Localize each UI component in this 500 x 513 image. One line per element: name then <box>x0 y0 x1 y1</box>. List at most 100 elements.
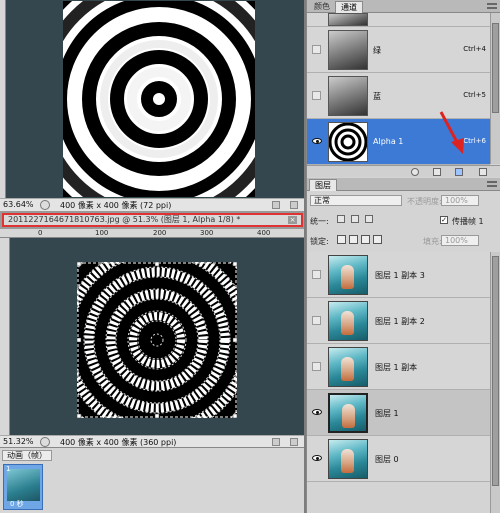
unify-visibility-icon[interactable] <box>351 215 359 223</box>
channels-scrollbar[interactable] <box>490 13 500 164</box>
main-zoom-level[interactable]: 51.32% <box>3 437 34 446</box>
new-channel-icon[interactable] <box>455 168 463 176</box>
alpha-rings-icon <box>328 122 368 162</box>
load-selection-icon[interactable] <box>411 168 419 176</box>
ruler-tick: 300 <box>200 229 214 237</box>
channel-name: 蓝 <box>373 92 381 101</box>
layer-thumbnail <box>328 439 368 479</box>
lock-move-icon[interactable] <box>361 235 370 244</box>
layer-row[interactable]: 图层 1 副本 3 <box>307 252 490 298</box>
eye-icon[interactable] <box>312 138 322 144</box>
channel-shortcut: Ctrl+4 <box>463 45 486 53</box>
scroll-left-icon[interactable] <box>272 201 280 209</box>
channel-thumbnail <box>328 122 368 162</box>
unify-position-icon[interactable] <box>337 215 345 223</box>
layer-row[interactable]: 图层 1 副本 2 <box>307 298 490 344</box>
eye-icon[interactable] <box>312 455 322 461</box>
horizontal-ruler: 0 100 200 300 400 <box>0 229 304 238</box>
top-doc-info: 400 像素 x 400 像素 (72 ppi) <box>60 201 172 210</box>
layer-row-selected[interactable]: 图层 1 <box>307 390 490 436</box>
scrollbar-thumb[interactable] <box>492 23 499 113</box>
panel-menu-icon[interactable] <box>487 181 497 187</box>
top-rings-image <box>63 1 255 197</box>
layer-name: 图层 1 <box>375 409 399 418</box>
channel-row-partial[interactable] <box>307 13 490 27</box>
lock-brush-icon[interactable] <box>349 235 358 244</box>
opacity-label: 不透明度: <box>407 197 442 206</box>
tab-layers[interactable]: 图层 <box>309 179 337 191</box>
unify-style-icon[interactable] <box>365 215 373 223</box>
frame-thumbnail <box>7 469 40 501</box>
top-canvas[interactable] <box>6 0 304 198</box>
layers-scrollbar[interactable] <box>490 252 500 513</box>
rings-image <box>77 262 237 418</box>
document-area: 63.64% 400 像素 x 400 像素 (72 ppi) 20112271… <box>0 0 304 513</box>
ruler-tick: 200 <box>153 229 167 237</box>
status-menu-icon[interactable] <box>40 200 50 210</box>
fill-input[interactable]: 100% <box>441 235 479 246</box>
channel-name: 绿 <box>373 46 381 55</box>
layer-row[interactable]: 图层 1 副本 <box>307 344 490 390</box>
channel-row-green[interactable]: 绿 Ctrl+4 <box>307 27 490 73</box>
tab-channels[interactable]: 通道 <box>335 1 363 13</box>
blend-mode-select[interactable]: 正常 <box>310 195 402 206</box>
visibility-toggle[interactable] <box>312 316 321 325</box>
propagate-checkbox[interactable]: ✓ <box>440 216 448 224</box>
lock-label: 锁定: <box>310 237 329 246</box>
ruler-tick: 100 <box>95 229 109 237</box>
lock-transparent-icon[interactable] <box>337 235 346 244</box>
layer-thumbnail <box>328 393 368 433</box>
layer-name: 图层 0 <box>375 455 399 464</box>
layer-name: 图层 1 副本 3 <box>375 271 425 280</box>
channels-tabbar: 颜色 通道 <box>307 0 500 13</box>
visibility-toggle[interactable] <box>312 45 321 54</box>
ruler-tick: 400 <box>257 229 271 237</box>
scroll-right-icon[interactable] <box>290 438 298 446</box>
visibility-toggle[interactable] <box>312 362 321 371</box>
eye-icon[interactable] <box>312 409 322 415</box>
layer-row[interactable]: 图层 0 <box>307 436 490 482</box>
red-arrow-annotation <box>439 111 464 154</box>
opacity-input[interactable]: 100% <box>441 195 479 206</box>
visibility-toggle[interactable] <box>312 270 321 279</box>
visibility-toggle[interactable] <box>312 91 321 100</box>
trash-icon[interactable] <box>479 168 487 176</box>
ruler-tick: 0 <box>38 229 43 237</box>
save-selection-icon[interactable] <box>433 168 441 176</box>
top-status-bar: 63.64% 400 像素 x 400 像素 (72 ppi) <box>0 198 304 211</box>
top-zoom-level[interactable]: 63.64% <box>3 200 34 209</box>
scroll-left-icon[interactable] <box>272 438 280 446</box>
frame-duration[interactable]: 0 秒 <box>10 499 24 509</box>
channel-shortcut: Ctrl+5 <box>463 91 486 99</box>
propagate-label: 传播帧 1 <box>452 217 484 226</box>
layer-name: 图层 1 副本 2 <box>375 317 425 326</box>
channel-name: Alpha 1 <box>373 137 404 146</box>
panel-menu-icon[interactable] <box>487 3 497 9</box>
layer-name: 图层 1 副本 <box>375 363 418 372</box>
animation-frame[interactable]: 1 0 秒 <box>3 464 43 510</box>
layer-thumbnail <box>328 301 368 341</box>
channel-thumbnail <box>328 76 368 116</box>
tab-color[interactable]: 颜色 <box>309 1 335 13</box>
document-title: 201122716467181076З.jpg @ 51.3% (图层 1, A… <box>8 215 241 224</box>
layer-thumbnail <box>328 255 368 295</box>
lock-all-icon[interactable] <box>373 235 382 244</box>
frame-number: 1 <box>6 465 11 473</box>
animation-panel: 动画（帧） 1 0 秒 <box>0 447 304 513</box>
document-tab[interactable]: 201122716467181076З.jpg @ 51.3% (图层 1, A… <box>2 213 303 227</box>
vertical-ruler <box>0 238 10 436</box>
unify-label: 统一: <box>310 217 329 226</box>
status-menu-icon[interactable] <box>40 437 50 447</box>
fill-label: 填充: <box>423 237 442 246</box>
animation-tab[interactable]: 动画（帧） <box>2 450 52 461</box>
layer-thumbnail <box>328 347 368 387</box>
channels-footer <box>307 165 500 177</box>
scroll-right-icon[interactable] <box>290 201 298 209</box>
channel-thumbnail <box>328 30 368 70</box>
main-canvas[interactable] <box>10 238 304 436</box>
scrollbar-thumb[interactable] <box>492 256 499 486</box>
panels-dock: 颜色 通道 绿 Ctrl+4 蓝 Ctrl+5 Alpha 1 Ctrl+6 图… <box>306 0 500 513</box>
channel-thumbnail <box>328 13 368 26</box>
close-icon[interactable]: × <box>288 216 297 224</box>
layers-tabbar: 图层 <box>307 178 500 191</box>
